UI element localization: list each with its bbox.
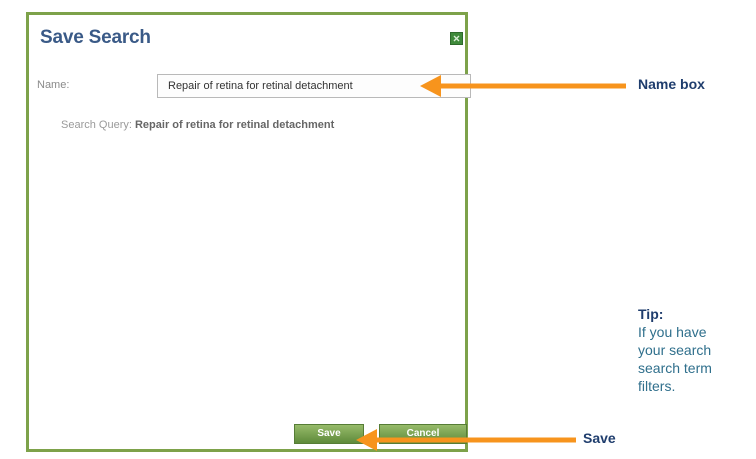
save-button[interactable]: Save: [294, 424, 364, 444]
tip-line: search term: [638, 360, 712, 376]
search-query-value: Repair of retina for retinal detachment: [134, 119, 335, 131]
name-label: Name:: [37, 79, 70, 91]
tip-line: If you have: [638, 324, 707, 340]
close-icon: [453, 35, 460, 42]
cancel-button[interactable]: Cancel: [379, 424, 467, 444]
search-query-row: Search Query: Repair of retina for retin…: [61, 119, 334, 131]
search-query-label: Search Query:: [61, 119, 132, 131]
tip-line: filters.: [638, 378, 676, 394]
save-search-dialog: Save Search Name: Search Query: Repair o…: [26, 12, 471, 452]
tip-line: your search: [638, 342, 712, 358]
dialog-title: Save Search: [40, 27, 151, 48]
save-callout: Save: [583, 430, 616, 446]
name-box-callout: Name box: [638, 76, 705, 92]
tip-callout: Tip: If you have your search search term…: [638, 305, 712, 395]
close-button[interactable]: [450, 32, 463, 45]
tip-title: Tip:: [638, 306, 664, 322]
name-input[interactable]: [157, 74, 471, 98]
